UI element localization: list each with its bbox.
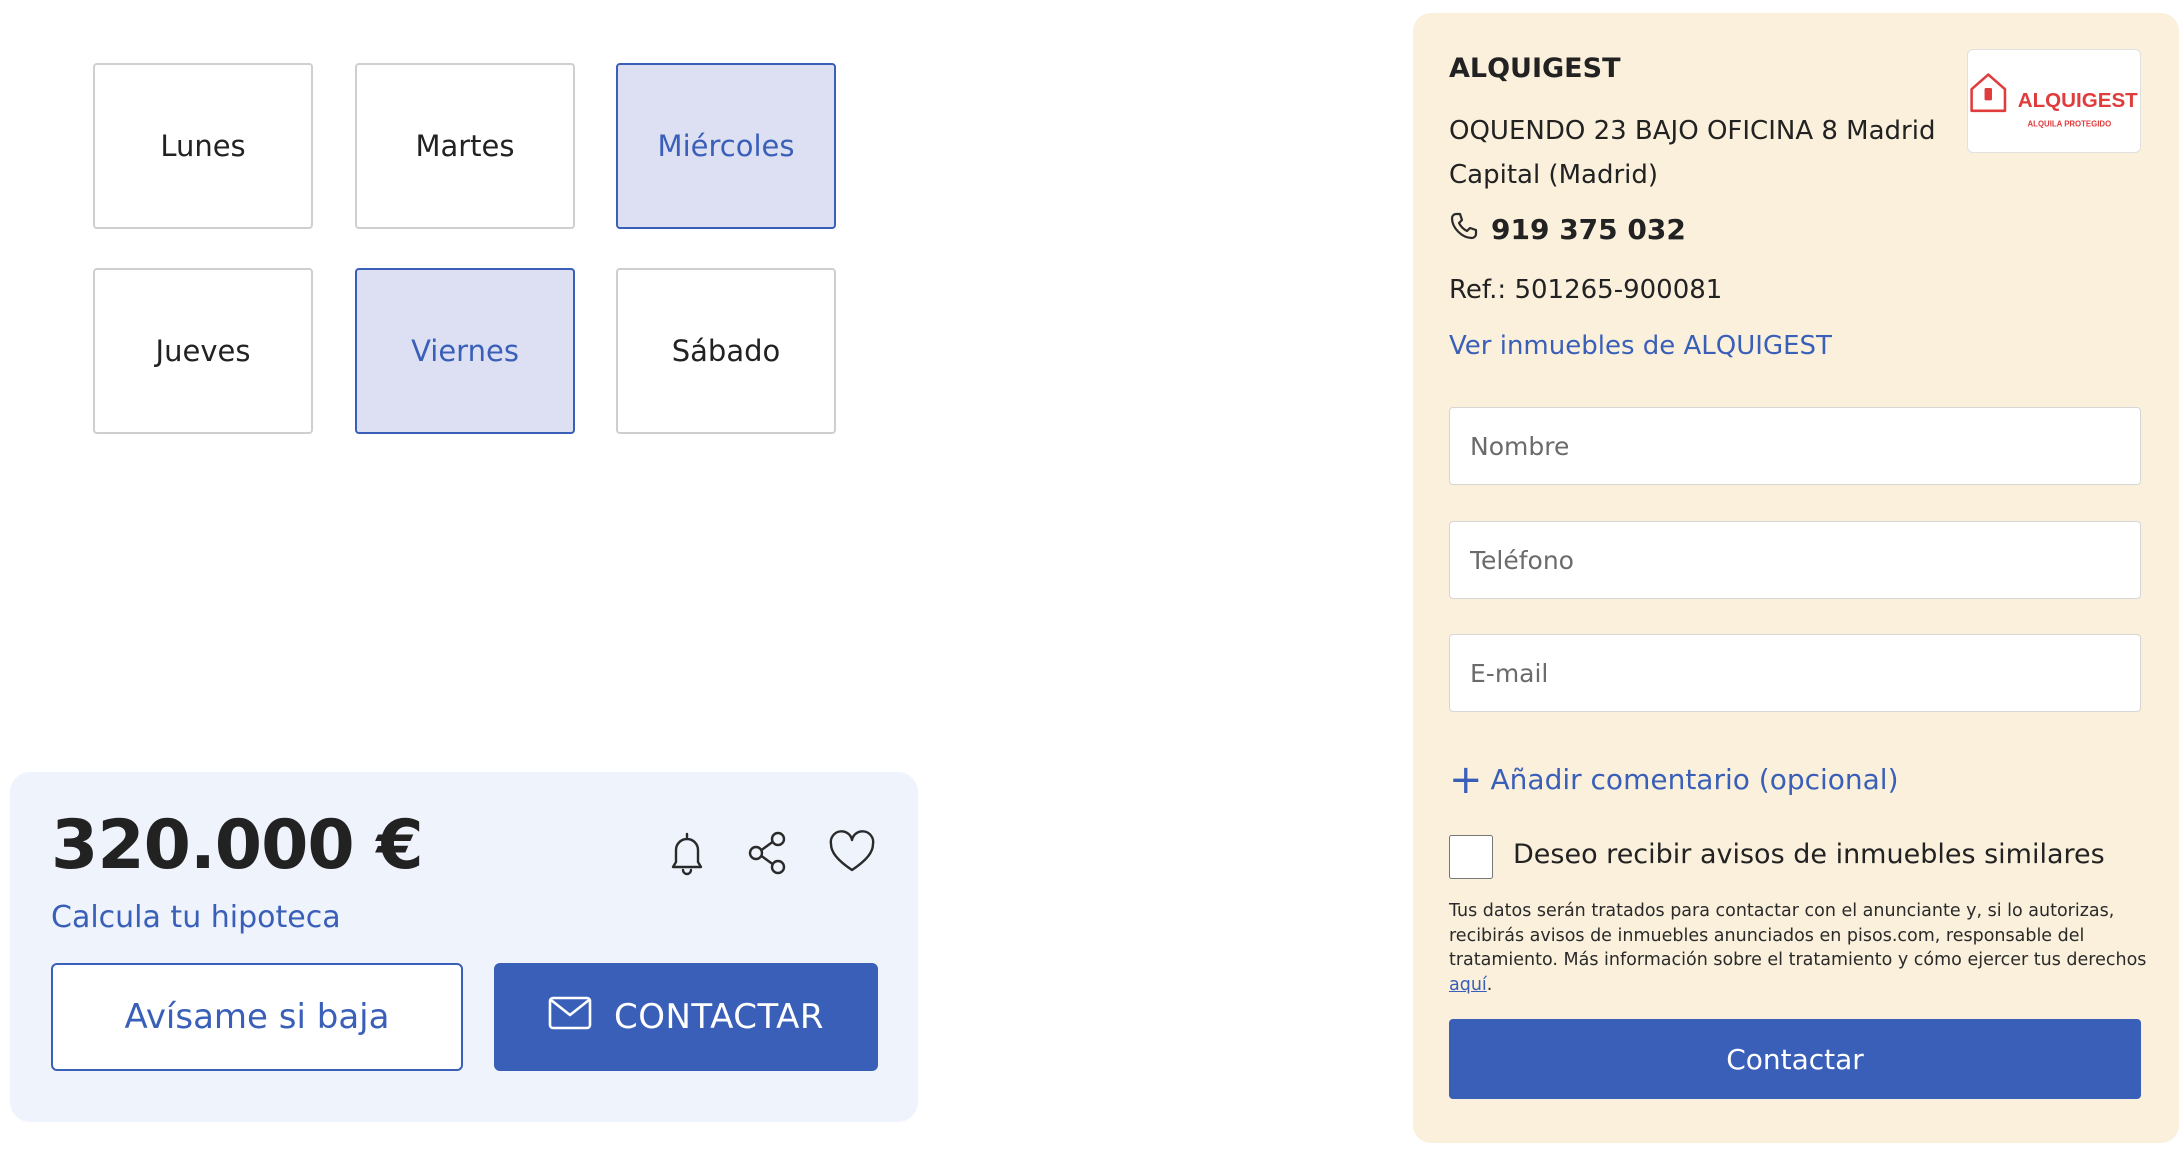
phone-icon <box>1449 211 1479 248</box>
email-field[interactable] <box>1449 634 2141 712</box>
house-icon <box>1970 73 2007 113</box>
price-alert-button[interactable]: Avísame si baja <box>51 963 463 1071</box>
phone-number: 919 375 032 <box>1491 213 1686 246</box>
day-label: Martes <box>415 129 515 163</box>
agency-address: OQUENDO 23 BAJO OFICINA 8 Madrid Capital… <box>1449 116 1936 190</box>
day-label: Jueves <box>155 334 251 368</box>
agency-logo[interactable]: ALQUIGEST ALQUILA PROTEGIDO <box>1967 49 2141 153</box>
submit-contact-button[interactable]: Contactar <box>1449 1019 2141 1099</box>
day-option-lunes[interactable]: Lunes <box>93 63 313 229</box>
phone-field[interactable] <box>1449 521 2141 599</box>
day-option-martes[interactable]: Martes <box>355 63 575 229</box>
agency-phone[interactable]: 919 375 032 <box>1449 211 1686 248</box>
day-label: Lunes <box>160 129 246 163</box>
submit-label: Contactar <box>1726 1042 1864 1076</box>
agency-name: ALQUIGEST <box>1449 53 1621 84</box>
agency-contact-panel: ALQUIGEST OQUENDO 23 BAJO OFICINA 8 Madr… <box>1413 13 2179 1143</box>
share-icon[interactable] <box>743 828 793 878</box>
day-label: Sábado <box>671 334 781 368</box>
day-option-sabado[interactable]: Sábado <box>616 268 836 434</box>
plus-icon: + <box>1449 756 1483 803</box>
day-option-viernes[interactable]: Viernes <box>355 268 575 434</box>
price-card: 320.000 € Calcula tu hipoteca Avísame si… <box>10 772 918 1122</box>
day-option-miercoles[interactable]: Miércoles <box>616 63 836 229</box>
heart-icon[interactable] <box>827 828 877 878</box>
bell-icon[interactable] <box>662 828 712 878</box>
agency-logo-tagline: ALQUILA PROTEGIDO <box>2028 120 2112 129</box>
listing-reference: Ref.: 501265-900081 <box>1449 275 1723 305</box>
similar-alerts-checkbox[interactable] <box>1449 835 1493 879</box>
add-comment-link[interactable]: + Añadir comentario (opcional) <box>1449 756 1899 803</box>
price: 320.000 € <box>51 806 424 885</box>
privacy-end: . <box>1486 974 1493 995</box>
price-alert-label: Avísame si baja <box>124 997 390 1037</box>
agency-logo-text: ALQUIGEST <box>2018 89 2138 112</box>
agency-properties-link[interactable]: Ver inmuebles de ALQUIGEST <box>1449 331 1832 361</box>
similar-alerts-label[interactable]: Deseo recibir avisos de inmuebles simila… <box>1513 839 2105 870</box>
privacy-notice: Tus datos serán tratados para contactar … <box>1449 899 2149 997</box>
contact-button-label: CONTACTAR <box>614 997 824 1037</box>
add-comment-label: Añadir comentario (opcional) <box>1490 763 1899 796</box>
mortgage-calculator-link[interactable]: Calcula tu hipoteca <box>51 900 341 935</box>
day-option-jueves[interactable]: Jueves <box>93 268 313 434</box>
name-field[interactable] <box>1449 407 2141 485</box>
mail-icon <box>548 996 592 1039</box>
day-label: Viernes <box>411 334 519 368</box>
privacy-text: Tus datos serán tratados para contactar … <box>1449 901 2147 970</box>
day-label: Miércoles <box>657 129 795 163</box>
contact-button[interactable]: CONTACTAR <box>494 963 878 1071</box>
privacy-link[interactable]: aquí <box>1449 975 1487 995</box>
